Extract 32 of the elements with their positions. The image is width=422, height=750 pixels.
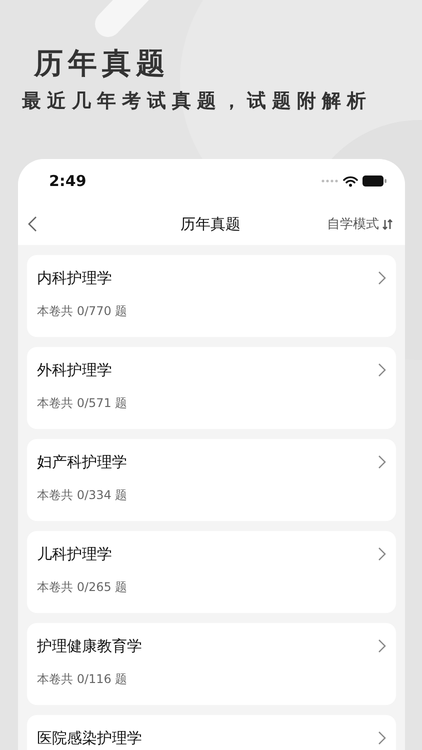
paper-name: 医院感染护理学 bbox=[37, 728, 142, 748]
signal-icon bbox=[321, 179, 339, 183]
question-count: 本卷共 0/770 题 bbox=[37, 303, 128, 320]
headline: 历年真题 bbox=[34, 46, 171, 80]
sort-icon bbox=[382, 218, 393, 230]
paper-name: 护理健康教育学 bbox=[37, 636, 142, 656]
chevron-right-icon bbox=[378, 271, 386, 285]
paper-card[interactable]: 内科护理学 本卷共 0/770 题 bbox=[27, 255, 396, 337]
mode-button[interactable]: 自学模式 bbox=[327, 215, 393, 233]
question-count: 本卷共 0/571 题 bbox=[37, 395, 128, 412]
question-count: 本卷共 0/265 题 bbox=[37, 579, 128, 596]
paper-name: 内科护理学 bbox=[37, 268, 112, 288]
paper-card[interactable]: 儿科护理学 本卷共 0/265 题 bbox=[27, 531, 396, 613]
paper-name: 外科护理学 bbox=[37, 360, 112, 380]
question-count: 本卷共 0/116 题 bbox=[37, 671, 128, 688]
paper-card[interactable]: 外科护理学 本卷共 0/571 题 bbox=[27, 347, 396, 429]
battery-icon bbox=[362, 175, 387, 187]
paper-name: 妇产科护理学 bbox=[37, 452, 127, 472]
chevron-right-icon bbox=[378, 731, 386, 745]
wifi-icon bbox=[343, 176, 358, 186]
chevron-right-icon bbox=[378, 455, 386, 469]
question-count: 本卷共 0/334 题 bbox=[37, 487, 128, 504]
paper-card[interactable]: 护理健康教育学 本卷共 0/116 题 bbox=[27, 623, 396, 705]
chevron-right-icon bbox=[378, 639, 386, 653]
paper-card[interactable]: 医院感染护理学 bbox=[27, 715, 396, 750]
status-time: 2:49 bbox=[49, 172, 86, 190]
page-title: 历年真题 bbox=[180, 214, 240, 234]
paper-name: 儿科护理学 bbox=[37, 544, 112, 564]
chevron-right-icon bbox=[378, 547, 386, 561]
subtitle: 最近几年考试真题，试题附解析 bbox=[22, 89, 373, 114]
paper-card[interactable]: 妇产科护理学 本卷共 0/334 题 bbox=[27, 439, 396, 521]
chevron-right-icon bbox=[378, 363, 386, 377]
